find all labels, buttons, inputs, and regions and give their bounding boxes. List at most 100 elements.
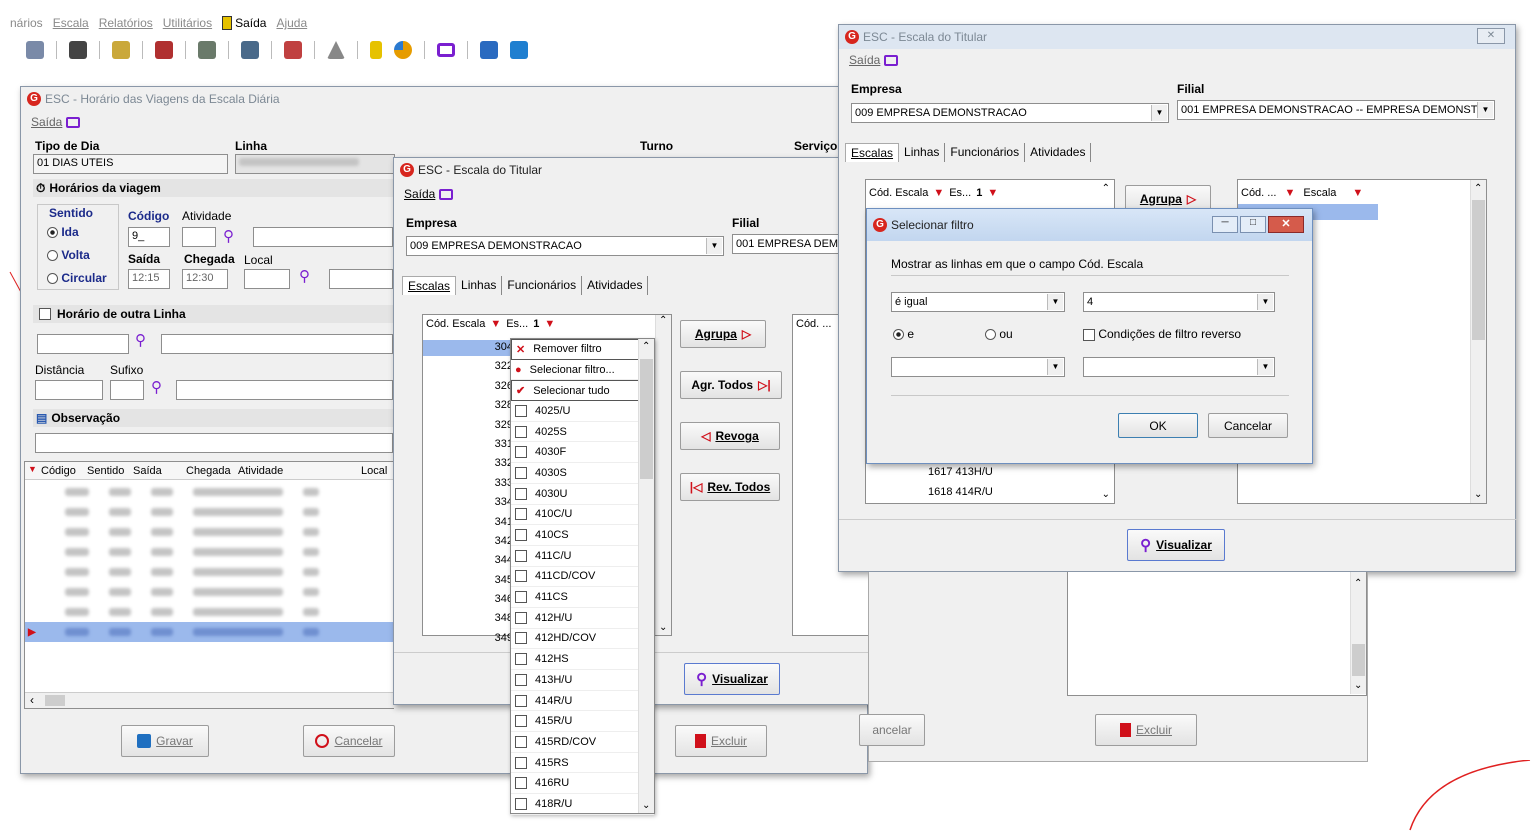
chevron-up-icon[interactable]: ⌃ bbox=[659, 315, 667, 326]
checkbox[interactable] bbox=[515, 735, 527, 748]
scroll-left-icon[interactable]: ‹ bbox=[30, 693, 34, 707]
cancel-button[interactable]: Cancelar bbox=[1208, 413, 1288, 438]
tab-linhas[interactable]: Linhas bbox=[899, 143, 946, 162]
gravar-button[interactable]: Gravar bbox=[121, 725, 209, 757]
selecionar-tudo-item[interactable]: ✔ Selecionar tudo bbox=[511, 380, 654, 402]
vertical-scrollbar[interactable]: ⌃ ⌄ bbox=[1470, 180, 1486, 503]
tipo-dia-field[interactable]: 01 DIAS UTEIS bbox=[33, 154, 228, 174]
tab-escalas[interactable]: Escalas bbox=[402, 276, 457, 295]
chevron-down-icon[interactable]: ▼ bbox=[706, 238, 722, 254]
escala-code-row[interactable]: 345 bbox=[485, 574, 513, 593]
col-sentido[interactable]: Sentido bbox=[87, 465, 124, 477]
close-icon[interactable]: ✕ bbox=[1268, 216, 1304, 233]
chegada-time-field[interactable]: 12:30 bbox=[182, 269, 228, 289]
col-es[interactable]: Es... bbox=[506, 318, 528, 330]
menu-ajuda[interactable]: Ajuda bbox=[276, 16, 307, 30]
filter-value-item[interactable]: 411C/U bbox=[511, 546, 654, 567]
cancelar-button[interactable]: ancelar bbox=[859, 714, 925, 746]
menu-saida[interactable]: Saída bbox=[404, 187, 454, 201]
escala-code-row[interactable]: 344 bbox=[485, 554, 513, 573]
vertical-scrollbar[interactable]: ⌃ ⌄ bbox=[638, 339, 654, 813]
g-logo-icon[interactable] bbox=[510, 41, 528, 59]
horizontal-scrollbar[interactable]: ‹ bbox=[25, 692, 395, 708]
close-icon[interactable]: ✕ bbox=[1477, 28, 1505, 44]
filter-value-item[interactable]: 415RS bbox=[511, 753, 654, 774]
outra-linha-field[interactable] bbox=[37, 334, 129, 354]
empresa-select[interactable]: 009 EMPRESA DEMONSTRACAO ▼ bbox=[406, 236, 724, 256]
checkbox[interactable] bbox=[515, 508, 527, 521]
tab-atividades[interactable]: Atividades bbox=[1025, 143, 1092, 162]
value-select-2[interactable]: ▼ bbox=[1083, 357, 1275, 377]
table-row[interactable]: 1617 413H/U bbox=[928, 466, 993, 478]
checkbox[interactable] bbox=[515, 446, 527, 459]
chevron-up-icon[interactable]: ⌃ bbox=[1354, 578, 1362, 589]
escala-code-row[interactable]: 348 bbox=[485, 612, 513, 631]
checkbox[interactable] bbox=[39, 308, 51, 320]
filter-value-item[interactable]: 4025/U bbox=[511, 401, 654, 422]
observacao-field[interactable] bbox=[35, 433, 393, 453]
chevron-down-icon[interactable]: ⌄ bbox=[659, 622, 667, 633]
chevron-down-icon[interactable]: ▼ bbox=[1047, 359, 1063, 375]
chevron-up-icon[interactable]: ⌃ bbox=[1474, 183, 1482, 194]
checkbox[interactable] bbox=[515, 694, 527, 707]
menu-saida[interactable]: Saída bbox=[222, 16, 266, 30]
remover-filtro-item[interactable]: ✕ Remover filtro bbox=[511, 339, 654, 360]
menu-escala[interactable]: Escala bbox=[53, 16, 89, 30]
linha-field[interactable] bbox=[235, 154, 395, 174]
book-icon[interactable] bbox=[241, 41, 259, 59]
empresa-select[interactable]: 009 EMPRESA DEMONSTRACAO ▼ bbox=[851, 103, 1169, 123]
radio-e[interactable]: e bbox=[893, 327, 914, 341]
maximize-icon[interactable]: □ bbox=[1240, 216, 1266, 233]
checkbox[interactable] bbox=[515, 797, 527, 810]
filter-value-item[interactable]: 418R/U bbox=[511, 794, 654, 815]
checkbox[interactable] bbox=[515, 611, 527, 624]
filter-value-item[interactable]: 4030F bbox=[511, 442, 654, 464]
filter-icon[interactable]: ▼ bbox=[1284, 187, 1295, 199]
radio-volta[interactable]: Volta bbox=[47, 248, 90, 262]
tab-linhas[interactable]: Linhas bbox=[456, 276, 503, 295]
radio-ou[interactable]: ou bbox=[985, 327, 1013, 341]
escala-code-row[interactable]: 326 bbox=[485, 380, 513, 399]
col-codigo[interactable]: Código bbox=[41, 465, 76, 477]
checkbox[interactable] bbox=[515, 756, 527, 769]
menu-saida[interactable]: Saída bbox=[31, 115, 81, 129]
monitor-icon[interactable] bbox=[437, 43, 455, 57]
escala-code-row[interactable]: 334 bbox=[485, 496, 513, 515]
col-cod[interactable]: Cód. ... bbox=[1241, 187, 1276, 199]
escala-code-row[interactable]: 349 bbox=[485, 632, 513, 651]
search-icon[interactable]: ⚲ bbox=[135, 331, 146, 349]
checkbox[interactable] bbox=[515, 653, 527, 666]
tab-escalas[interactable]: Escalas bbox=[845, 143, 900, 162]
col-cod-escala[interactable]: Cód. Escala bbox=[426, 318, 485, 330]
chevron-down-icon[interactable]: ▼ bbox=[1151, 105, 1167, 121]
chevron-down-icon[interactable]: ⌄ bbox=[1102, 489, 1110, 500]
tools-icon[interactable] bbox=[480, 41, 498, 59]
codigo-field[interactable]: 9_ bbox=[128, 227, 170, 247]
filter-active-icon[interactable]: ▼ bbox=[544, 318, 555, 330]
col-chegada[interactable]: Chegada bbox=[186, 465, 231, 477]
filter-value-item[interactable]: 4030S bbox=[511, 463, 654, 484]
checkbox[interactable] bbox=[515, 549, 527, 562]
col-escala[interactable]: Escala bbox=[1303, 187, 1336, 199]
chevron-down-icon[interactable]: ⌄ bbox=[642, 800, 650, 811]
escala-code-row[interactable]: 346 bbox=[485, 593, 513, 612]
checkbox[interactable] bbox=[515, 715, 527, 728]
checkbox[interactable] bbox=[515, 529, 527, 542]
escala-code-row[interactable]: 333 bbox=[485, 477, 513, 496]
filter-value-item[interactable]: 416RU bbox=[511, 773, 654, 795]
filter-value-item[interactable]: 412HD/COV bbox=[511, 629, 654, 650]
local-field[interactable] bbox=[244, 269, 290, 289]
filter-icon[interactable]: ▼ bbox=[1352, 187, 1363, 199]
filter-value-item[interactable]: 411CD/COV bbox=[511, 567, 654, 588]
escala-code-row[interactable]: 331 bbox=[485, 438, 513, 457]
checkbox[interactable] bbox=[515, 425, 527, 438]
menu-utilitarios[interactable]: Utilitários bbox=[163, 16, 212, 30]
operator-select[interactable]: é igual ▼ bbox=[891, 292, 1065, 312]
agrupa-button[interactable]: Agrupa ▷ bbox=[680, 320, 766, 348]
filter-icon[interactable]: ▼ bbox=[490, 318, 501, 330]
tab-atividades[interactable]: Atividades bbox=[582, 276, 649, 295]
vertical-scrollbar[interactable]: ⌃ ⌄ bbox=[655, 315, 671, 635]
table-row[interactable] bbox=[25, 482, 395, 502]
filter-value-item[interactable]: 410C/U bbox=[511, 505, 654, 526]
chevron-up-icon[interactable]: ⌃ bbox=[1102, 183, 1110, 194]
